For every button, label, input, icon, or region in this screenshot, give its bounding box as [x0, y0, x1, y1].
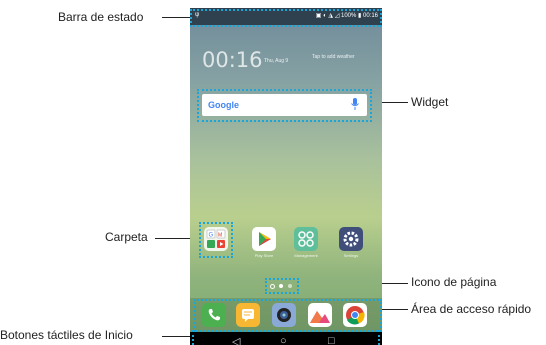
page-icon-callout: Icono de página [411, 275, 497, 289]
callout-line [382, 309, 408, 310]
play-store-icon [259, 232, 271, 246]
play-store-app[interactable] [252, 227, 276, 251]
status-bar-callout: Barra de estado [58, 10, 144, 24]
settings-icon [343, 231, 359, 247]
callout-line [162, 336, 192, 337]
page-indicator-highlight [265, 278, 299, 294]
clock-widget-time[interactable]: 00:16 [202, 48, 263, 72]
home-buttons-callout: Botones táctiles de Inicio [0, 328, 133, 342]
settings-app[interactable] [339, 227, 363, 251]
app-label: Settings [343, 253, 359, 258]
phone-home-screen: ψ ▣ ◐ ◮ ◿ 100% ▮ 00:16 00:16 Thu, Aug 9 … [190, 8, 382, 345]
widget-callout: Widget [411, 95, 449, 109]
app-label: Management [294, 253, 318, 258]
management-icon [298, 231, 314, 247]
navbar-highlight [192, 330, 380, 345]
folder-callout: Carpeta [105, 230, 148, 244]
callout-line [162, 17, 192, 18]
clock-widget-date: Thu, Aug 9 [264, 58, 289, 64]
widget-highlight [197, 89, 372, 122]
quick-access-callout: Área de acceso rápido [411, 302, 532, 316]
folder-highlight [199, 222, 233, 258]
status-bar-highlight [190, 9, 382, 27]
management-app[interactable] [294, 227, 318, 251]
weather-hint[interactable]: Tap to add weather [312, 54, 355, 60]
app-label: Play Store [254, 253, 274, 258]
